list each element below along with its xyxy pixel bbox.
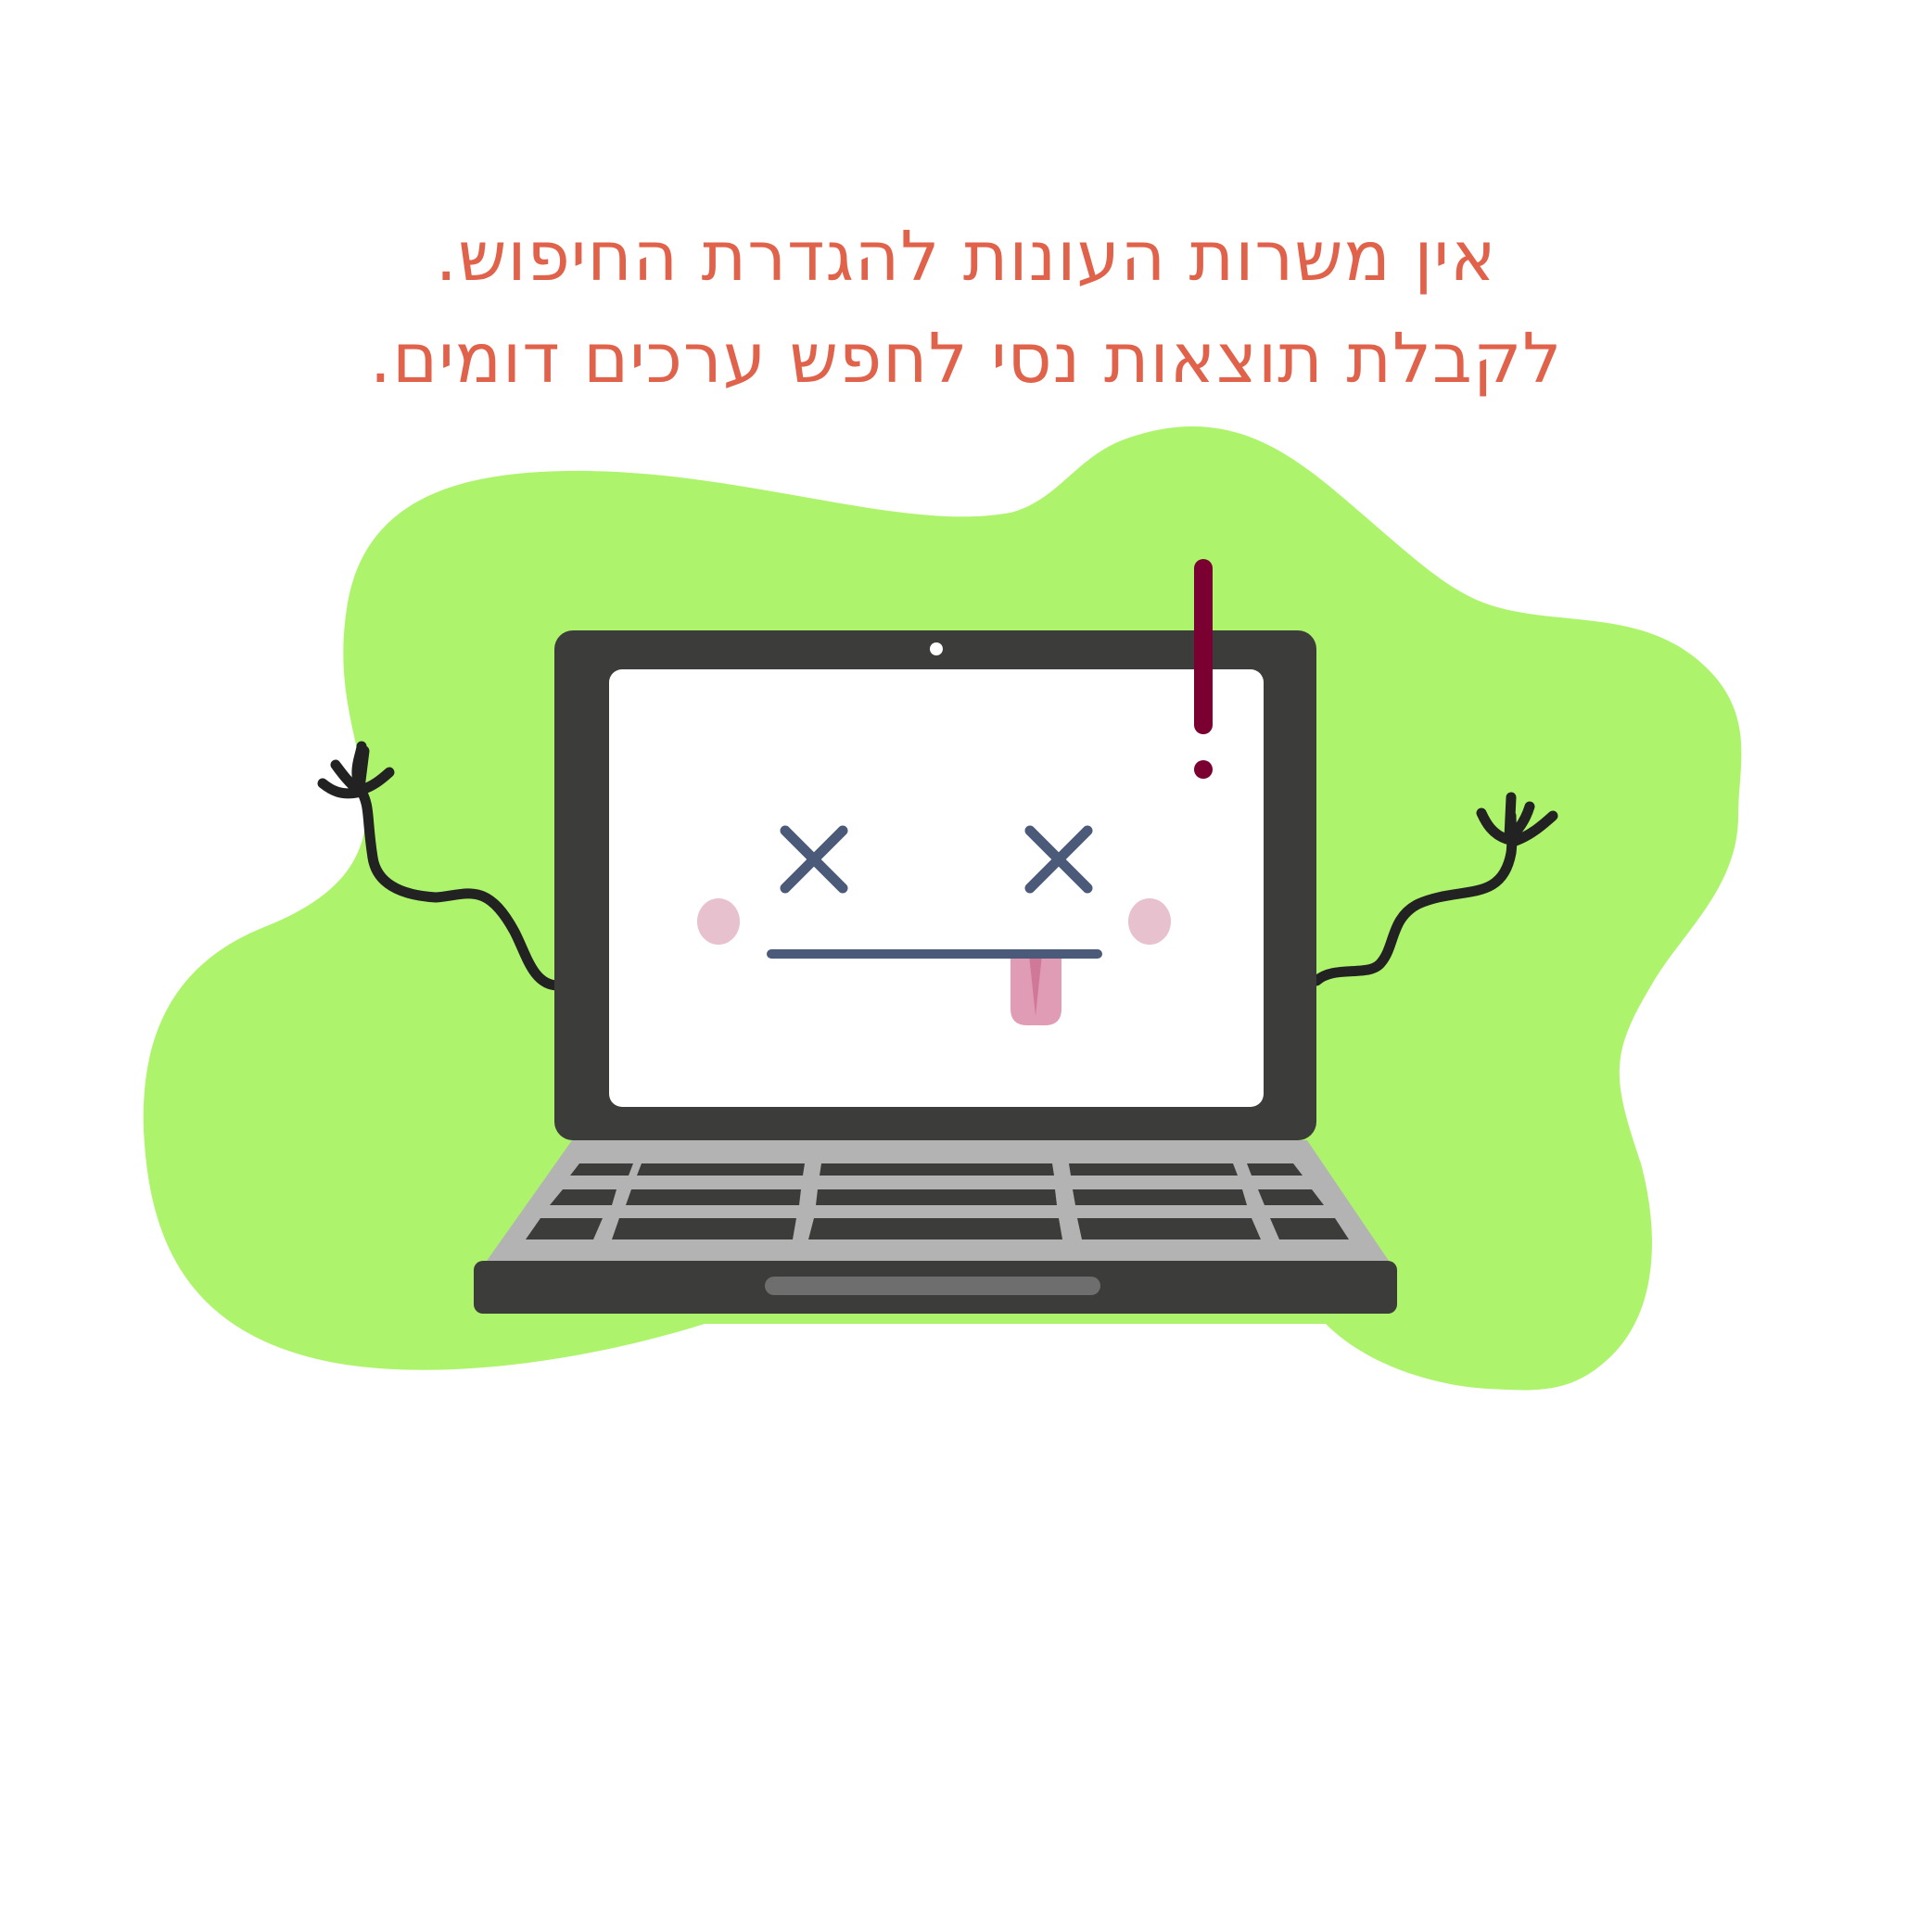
laptop-screen	[609, 669, 1264, 1107]
empty-state-page: אין משרות העונות להגדרת החיפוש. לקבלת תו…	[0, 0, 1932, 1932]
left-cheek	[697, 898, 740, 945]
sad-laptop-illustration	[143, 426, 1742, 1391]
keyboard-keys	[526, 1163, 1349, 1239]
webcam-dot	[930, 642, 943, 655]
exclamation-dot	[1194, 760, 1213, 779]
laptop-touchpad-slot	[765, 1277, 1100, 1295]
right-cheek	[1128, 898, 1171, 945]
